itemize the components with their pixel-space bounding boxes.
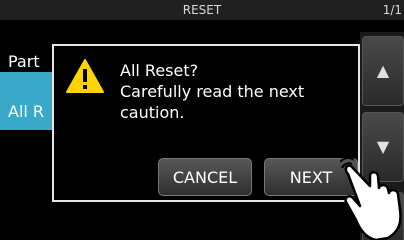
triangle-down-icon: ▼ — [376, 137, 390, 156]
dialog-title: All Reset? — [120, 61, 199, 80]
dialog-text-line: caution. — [120, 103, 185, 122]
reset-screen: RESET 1/1 Part All R ▲ ▼ All Reset? Care… — [0, 0, 404, 240]
page-indicator: 1/1 — [382, 3, 402, 17]
scroll-up-button[interactable]: ▲ — [362, 36, 404, 106]
triangle-up-icon: ▲ — [376, 61, 390, 80]
screen-title: RESET — [182, 3, 222, 17]
title-bar: RESET 1/1 — [0, 0, 404, 20]
dialog-text-line: Carefully read the next — [120, 82, 305, 101]
cancel-button[interactable]: CANCEL — [158, 158, 252, 196]
list-item-label: All R — [8, 102, 45, 121]
pointing-hand-icon — [340, 158, 402, 240]
reset-confirm-dialog: All Reset? Carefully read the next cauti… — [52, 44, 360, 202]
warning-triangle-icon — [66, 59, 104, 93]
dialog-message: All Reset? Carefully read the next cauti… — [120, 60, 304, 123]
list-item-label: Part — [8, 52, 40, 71]
